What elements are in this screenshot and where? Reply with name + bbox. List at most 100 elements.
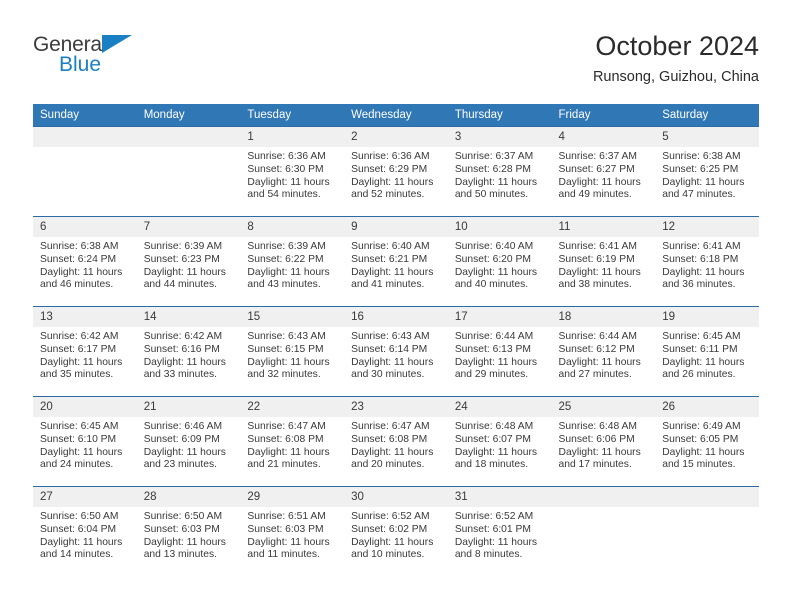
sunrise-text: Sunrise: 6:36 AM [247, 151, 326, 162]
daylight-text-line2: and 30 minutes. [351, 369, 425, 381]
sunset-text: Sunset: 6:25 PM [662, 163, 739, 175]
calendar-day-cell[interactable]: 18 Sunrise: 6:44 AM Sunset: 6:12 PM Dayligh… [551, 306, 656, 397]
calendar-day-cell[interactable]: 4 Sunrise: 6:37 AM Sunset: 6:27 PM Daylight… [551, 126, 656, 217]
calendar-day-cell[interactable]: 25 Sunrise: 6:48 AM Sunset: 6:06 PM Dayligh… [551, 396, 656, 487]
day-details: Sunrise: 6:52 AM Sunset: 6:01 PM Daylight:… [448, 507, 552, 562]
sunset-text: Sunset: 6:11 PM [662, 343, 738, 355]
calendar-day-cell[interactable]: 21 Sunrise: 6:46 AM Sunset: 6:09 PM Dayligh… [136, 396, 241, 487]
daylight-text-line2: and 21 minutes. [247, 459, 321, 471]
calendar-day-cell[interactable]: 31 Sunrise: 6:52 AM Sunset: 6:01 PM Dayligh… [447, 486, 552, 577]
calendar-day-cell[interactable]: 17 Sunrise: 6:44 AM Sunset: 6:13 PM Dayligh… [447, 306, 552, 397]
calendar-day-cell[interactable]: 6 Sunrise: 6:38 AM Sunset: 6:24 PM Daylight… [33, 216, 137, 307]
daylight-text-line1: Daylight: 11 hours [247, 446, 330, 458]
calendar-day-cell[interactable]: 24 Sunrise: 6:48 AM Sunset: 6:07 PM Dayligh… [447, 396, 552, 487]
sunset-text: Sunset: 6:24 PM [40, 253, 117, 265]
calendar-day-cell[interactable]: 19 Sunrise: 6:45 AM Sunset: 6:11 PM Dayligh… [655, 306, 759, 397]
calendar-day-cell[interactable]: 16 Sunrise: 6:43 AM Sunset: 6:14 PM Dayligh… [344, 306, 448, 397]
day-details: Sunrise: 6:52 AM Sunset: 6:02 PM Daylight:… [344, 507, 448, 562]
calendar-day-cell[interactable]: 2 Sunrise: 6:36 AM Sunset: 6:29 PM Daylight… [344, 126, 448, 217]
sunrise-text: Sunrise: 6:50 AM [40, 511, 119, 522]
daylight-text-line2: and 38 minutes. [558, 279, 632, 291]
sunrise-text: Sunrise: 6:52 AM [454, 511, 534, 522]
daylight-text-line2: and 35 minutes. [40, 369, 114, 381]
daylight-text-line1: Daylight: 11 hours [247, 536, 330, 548]
day-cell-content: 12 Sunrise: 6:41 AM Sunset: 6:18 PM Dayligh… [655, 217, 759, 305]
day-cell-content: 8 Sunrise: 6:39 AM Sunset: 6:22 PM Daylight… [240, 217, 345, 305]
calendar-day-cell[interactable]: 23 Sunrise: 6:47 AM Sunset: 6:08 PM Dayligh… [344, 396, 448, 487]
general-blue-logo[interactable]: General Blue [33, 30, 153, 82]
calendar-day-cell[interactable]: 28 Sunrise: 6:50 AM Sunset: 6:03 PM Dayligh… [136, 486, 241, 577]
day-cell-content [655, 487, 759, 575]
calendar-day-cell[interactable]: 9 Sunrise: 6:40 AM Sunset: 6:21 PM Daylight… [344, 216, 448, 307]
calendar-day-cell[interactable]: 8 Sunrise: 6:39 AM Sunset: 6:22 PM Daylight… [240, 216, 345, 307]
day-number [33, 127, 137, 147]
daylight-text-line2: and 43 minutes. [247, 279, 321, 291]
weekday-header-sunday: Sunday [33, 104, 137, 127]
day-number: 29 [240, 487, 345, 507]
calendar-day-cell[interactable]: 29 Sunrise: 6:51 AM Sunset: 6:03 PM Dayligh… [240, 486, 345, 577]
day-cell-content: 26 Sunrise: 6:49 AM Sunset: 6:05 PM Dayligh… [655, 397, 759, 485]
sunset-text: Sunset: 6:08 PM [351, 433, 428, 445]
daylight-text-line1: Daylight: 11 hours [143, 536, 226, 548]
day-number: 9 [344, 217, 448, 237]
daylight-text-line1: Daylight: 11 hours [40, 266, 123, 278]
calendar-day-cell[interactable]: 10 Sunrise: 6:40 AM Sunset: 6:20 PM Dayligh… [447, 216, 552, 307]
day-details: Sunrise: 6:36 AM Sunset: 6:30 PM Daylight:… [240, 147, 344, 202]
calendar-day-cell[interactable]: 27 Sunrise: 6:50 AM Sunset: 6:04 PM Dayligh… [33, 486, 137, 577]
daylight-text-line1: Daylight: 11 hours [40, 446, 123, 458]
sunset-text: Sunset: 6:06 PM [558, 433, 635, 445]
daylight-text-line2: and 33 minutes. [143, 369, 217, 381]
calendar-day-cell[interactable]: 22 Sunrise: 6:47 AM Sunset: 6:08 PM Dayligh… [240, 396, 345, 487]
sunrise-text: Sunrise: 6:44 AM [558, 331, 637, 342]
daylight-text-line2: and 52 minutes. [351, 189, 425, 201]
calendar-day-cell[interactable]: 11 Sunrise: 6:41 AM Sunset: 6:19 PM Dayligh… [551, 216, 656, 307]
day-cell-content: 15 Sunrise: 6:43 AM Sunset: 6:15 PM Dayligh… [240, 307, 345, 395]
calendar-day-cell[interactable]: 7 Sunrise: 6:39 AM Sunset: 6:23 PM Daylight… [136, 216, 241, 307]
day-cell-content [33, 127, 137, 215]
daylight-text-line2: and 24 minutes. [40, 459, 114, 471]
calendar-day-cell[interactable]: 5 Sunrise: 6:38 AM Sunset: 6:25 PM Daylight… [655, 126, 759, 217]
day-details: Sunrise: 6:39 AM Sunset: 6:23 PM Daylight:… [137, 237, 241, 292]
day-number: 30 [344, 487, 448, 507]
calendar-day-cell[interactable]: 14 Sunrise: 6:42 AM Sunset: 6:16 PM Dayligh… [136, 306, 241, 397]
sunrise-text: Sunrise: 6:42 AM [143, 331, 223, 342]
day-number: 28 [136, 487, 241, 507]
sunrise-text: Sunrise: 6:36 AM [351, 151, 430, 162]
calendar-day-cell[interactable]: 15 Sunrise: 6:43 AM Sunset: 6:15 PM Dayligh… [240, 306, 345, 397]
calendar-day-cell[interactable]: 3 Sunrise: 6:37 AM Sunset: 6:28 PM Daylight… [447, 126, 552, 217]
day-number: 5 [655, 127, 759, 147]
daylight-text-line1: Daylight: 11 hours [143, 356, 226, 368]
calendar-day-cell[interactable]: 12 Sunrise: 6:41 AM Sunset: 6:18 PM Dayligh… [655, 216, 759, 307]
calendar-page: General Blue October 2024 Runsong, Guizh… [0, 0, 792, 612]
day-number: 12 [655, 217, 759, 237]
day-number: 4 [551, 127, 656, 147]
daylight-text-line2: and 15 minutes. [662, 459, 736, 471]
weekday-header-friday: Friday [551, 104, 656, 127]
calendar-day-cell[interactable]: 13 Sunrise: 6:42 AM Sunset: 6:17 PM Dayligh… [33, 306, 137, 397]
sunrise-sunset-calendar: Sunday Monday Tuesday Wednesday Thursday Frid… [33, 104, 759, 577]
day-number: 14 [136, 307, 241, 327]
day-number: 25 [551, 397, 656, 417]
day-cell-content: 9 Sunrise: 6:40 AM Sunset: 6:21 PM Daylight… [344, 217, 448, 305]
weekday-header-wednesday: Wednesday [344, 104, 448, 127]
daylight-text-line2: and 14 minutes. [40, 549, 114, 561]
daylight-text-line2: and 36 minutes. [662, 279, 736, 291]
sunset-text: Sunset: 6:17 PM [40, 343, 117, 355]
daylight-text-line1: Daylight: 11 hours [247, 176, 330, 188]
calendar-day-cell[interactable]: 26 Sunrise: 6:49 AM Sunset: 6:05 PM Dayligh… [655, 396, 759, 487]
daylight-text-line1: Daylight: 11 hours [558, 356, 641, 368]
day-cell-content: 7 Sunrise: 6:39 AM Sunset: 6:23 PM Daylight… [136, 217, 241, 305]
day-cell-content: 23 Sunrise: 6:47 AM Sunset: 6:08 PM Dayligh… [344, 397, 448, 485]
daylight-text-line1: Daylight: 11 hours [558, 266, 641, 278]
calendar-day-cell[interactable]: 1 Sunrise: 6:36 AM Sunset: 6:30 PM Daylight… [240, 126, 345, 217]
day-number: 8 [240, 217, 345, 237]
calendar-day-cell[interactable]: 30 Sunrise: 6:52 AM Sunset: 6:02 PM Dayligh… [344, 486, 448, 577]
day-cell-content: 6 Sunrise: 6:38 AM Sunset: 6:24 PM Daylight… [33, 217, 137, 305]
day-cell-content: 10 Sunrise: 6:40 AM Sunset: 6:20 PM Dayligh… [447, 217, 552, 305]
daylight-text-line1: Daylight: 11 hours [351, 176, 434, 188]
calendar-day-cell[interactable]: 20 Sunrise: 6:45 AM Sunset: 6:10 PM Dayligh… [33, 396, 137, 487]
sunrise-text: Sunrise: 6:45 AM [662, 331, 741, 342]
day-number: 13 [33, 307, 137, 327]
day-details: Sunrise: 6:38 AM Sunset: 6:24 PM Daylight:… [33, 237, 137, 292]
daylight-text-line1: Daylight: 11 hours [40, 536, 123, 548]
